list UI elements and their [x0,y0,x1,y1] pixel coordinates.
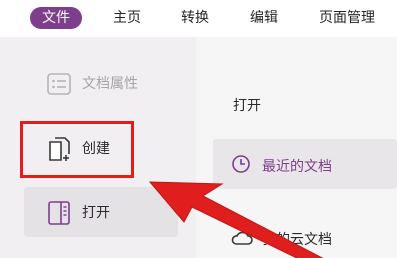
menu-home[interactable]: 主页 [113,8,141,29]
sidebar-item-open[interactable]: 打开 [24,187,178,237]
sidebar-item-label: 创建 [82,141,110,157]
cloud-documents-item[interactable]: 我的云文档 [213,217,397,257]
open-panel: 打开 最近的文档 我的云文档 [196,37,397,258]
menu-file[interactable]: 文件 [30,7,82,29]
sidebar-item-label: 打开 [82,205,110,221]
recent-documents-label: 最近的文档 [262,159,332,175]
cloud-icon [231,229,253,247]
file-sidebar: 文档属性 创建 打开 [0,37,196,258]
recent-documents-item[interactable]: 最近的文档 [213,139,397,189]
clock-icon [231,154,251,174]
sidebar-item-label: 文档属性 [82,76,138,92]
sidebar-item-document-properties[interactable]: 文档属性 [24,58,178,108]
create-document-icon [46,136,72,162]
panel-title: 打开 [233,98,261,114]
menu-edit[interactable]: 编辑 [250,8,278,29]
open-document-icon [46,200,72,226]
menu-convert[interactable]: 转换 [181,8,209,29]
menu-page-management[interactable]: 页面管理 [319,8,375,29]
document-properties-icon [46,71,72,97]
menu-bar: 文件 主页 转换 编辑 页面管理 [0,0,397,37]
sidebar-item-create[interactable]: 创建 [24,123,178,173]
cloud-documents-label: 我的云文档 [262,232,332,248]
